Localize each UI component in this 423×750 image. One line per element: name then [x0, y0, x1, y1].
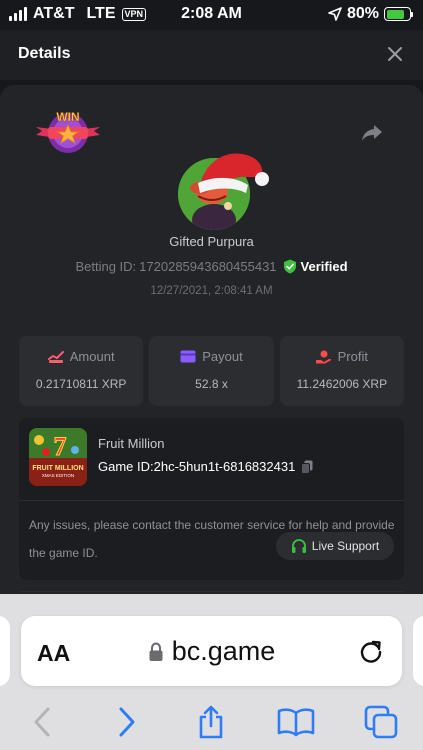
amount-label: Amount	[69, 349, 115, 364]
bet-timestamp: 12/27/2021, 2:08:41 AM	[150, 285, 273, 297]
svg-text:7: 7	[54, 432, 67, 461]
browser-toolbar	[0, 694, 423, 750]
url-text: bc.game	[171, 636, 276, 666]
page-title: Details	[18, 45, 71, 62]
payout-card-icon	[180, 350, 196, 363]
payout-label: Payout	[202, 349, 243, 364]
win-badge-icon: WIN	[36, 110, 100, 153]
profit-header: Profit	[280, 349, 404, 364]
address-bar[interactable]: AA bc.game	[21, 616, 402, 686]
divider	[19, 500, 404, 501]
chevron-right-icon	[119, 707, 135, 737]
battery-percent: 80%	[346, 5, 379, 22]
profit-label: Profit	[337, 349, 368, 364]
status-right: 80%	[328, 5, 413, 23]
game-name[interactable]: Fruit Million	[98, 436, 164, 451]
santa-hat-icon	[198, 153, 269, 193]
share-sheet-button[interactable]	[189, 702, 233, 742]
share-icon	[200, 705, 223, 739]
username: Gifted Purpura	[169, 234, 254, 249]
bookmarks-button[interactable]	[274, 702, 318, 742]
headset-icon	[291, 538, 306, 553]
details-header: Details	[0, 30, 423, 80]
share-arrow-icon	[362, 125, 382, 141]
verified-badge: Verified	[283, 259, 348, 274]
live-support-button[interactable]: Live Support	[276, 532, 394, 560]
location-arrow-icon	[328, 7, 342, 21]
close-button[interactable]	[385, 44, 405, 64]
profit-hand-icon	[315, 350, 331, 363]
svg-text:FRUIT MILLION: FRUIT MILLION	[32, 465, 83, 472]
amount-value: 0.21710811 XRP	[35, 377, 127, 391]
reload-icon	[360, 640, 382, 663]
game-thumbnail[interactable]: 7 FRUIT MILLION XMAS EDITION	[29, 428, 87, 486]
svg-text:WIN: WIN	[56, 110, 79, 124]
profit-value: 11.2462006 XRP	[296, 377, 388, 391]
reload-button[interactable]	[358, 638, 384, 664]
betting-id-value: 1720285943680455431	[139, 259, 277, 274]
tabs-button[interactable]	[359, 702, 403, 742]
profit-stat: Profit 11.2462006 XRP	[279, 336, 404, 406]
verified-label: Verified	[300, 259, 348, 274]
amount-icon	[47, 350, 64, 363]
back-button[interactable]	[20, 702, 64, 742]
bet-details-card: WIN Gifted Purpura Betting ID: 172028594…	[0, 85, 423, 615]
share-button[interactable]	[361, 123, 383, 143]
url-display[interactable]: bc.game	[21, 636, 402, 667]
game-id-row: Game ID:2hc-5hun1t-6816832431	[98, 459, 313, 474]
lock-icon	[149, 641, 163, 661]
previous-tab-preview[interactable]	[0, 616, 10, 686]
fruit-million-logo-icon: 7 FRUIT MILLION XMAS EDITION	[29, 428, 87, 486]
copy-icon[interactable]	[301, 460, 313, 474]
battery-icon	[384, 7, 413, 21]
avatar	[174, 145, 270, 237]
amount-stat: Amount 0.21710811 XRP	[19, 336, 144, 406]
betting-id-row: Betting ID: 1720285943680455431 Verified	[0, 259, 423, 274]
chevron-left-icon	[34, 707, 50, 737]
amount-header: Amount	[19, 349, 143, 364]
game-id-text: Game ID:2hc-5hun1t-6816832431	[98, 459, 296, 474]
status-bar: AT&T LTE VPN 2:08 AM 80%	[0, 0, 423, 30]
payout-header: Payout	[149, 349, 273, 364]
next-tab-preview[interactable]	[413, 616, 423, 686]
divider	[19, 591, 404, 592]
close-icon	[388, 47, 402, 61]
tabs-icon	[364, 705, 397, 739]
live-support-label: Live Support	[311, 539, 380, 553]
browser-bottom-bar: AA bc.game	[0, 594, 423, 750]
betting-id-label: Betting ID:	[75, 259, 137, 274]
verified-shield-icon	[283, 259, 296, 274]
forward-button[interactable]	[105, 702, 149, 742]
payout-value: 52.8 x	[195, 377, 228, 391]
stats-row: Amount 0.21710811 XRP Payout 52.8 x Prof…	[19, 336, 404, 406]
svg-text:XMAS EDITION: XMAS EDITION	[42, 473, 74, 478]
win-badge: WIN	[34, 107, 102, 157]
game-info-box: 7 FRUIT MILLION XMAS EDITION Fruit Milli…	[19, 418, 404, 580]
book-icon	[277, 708, 315, 737]
payout-stat: Payout 52.8 x	[149, 336, 274, 406]
